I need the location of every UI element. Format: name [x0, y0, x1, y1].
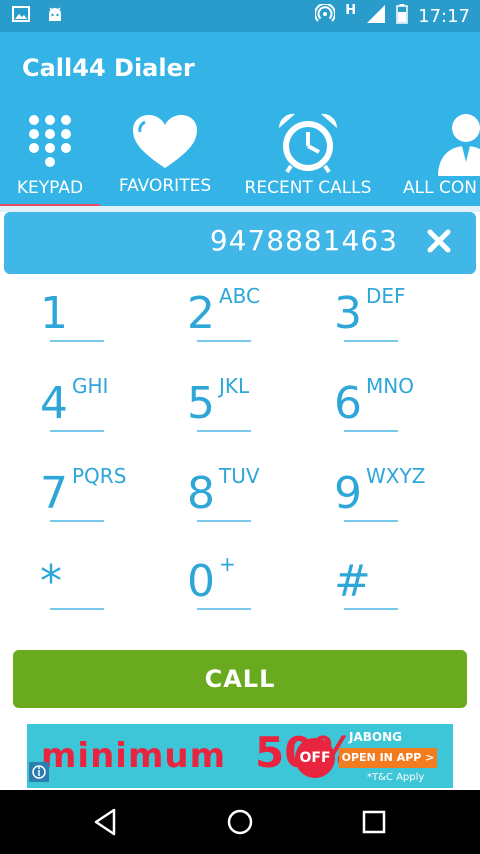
- key-7[interactable]: 7 PQRS: [40, 456, 180, 544]
- key-letters: MNO: [366, 374, 414, 398]
- key-underline: [50, 608, 104, 610]
- key-letters: PQRS: [72, 464, 127, 488]
- key-letters: JKL: [219, 374, 250, 398]
- number-display: 9478881463: [4, 212, 476, 274]
- key-8[interactable]: 8 TUV: [187, 456, 327, 544]
- ad-headline: minimum: [41, 736, 227, 776]
- key-digit: 8: [187, 468, 215, 519]
- key-underline: [344, 430, 398, 432]
- key-underline: [344, 340, 398, 342]
- ad-banner[interactable]: minimum 50% OFF JABONG OPEN IN APP > *T&…: [27, 724, 453, 788]
- clear-icon[interactable]: [426, 228, 452, 254]
- key-underline: [50, 430, 104, 432]
- tab-bar: KEYPAD FAVORITES RECENT CALLS ALL CON: [0, 108, 480, 207]
- key-underline: [50, 340, 104, 342]
- recents-icon[interactable]: [358, 806, 390, 838]
- key-letters: +: [219, 552, 236, 576]
- back-icon[interactable]: [90, 806, 122, 838]
- contact-person-icon: [436, 110, 480, 180]
- key-3[interactable]: 3 DEF: [334, 276, 474, 364]
- key-digit: 7: [40, 468, 68, 519]
- key-digit: 1: [40, 288, 68, 339]
- key-digit: 6: [334, 378, 362, 429]
- heart-icon: [131, 114, 199, 174]
- ad-terms: *T&C Apply: [367, 772, 425, 783]
- key-2[interactable]: 2 ABC: [187, 276, 327, 364]
- key-digit: 2: [187, 288, 215, 339]
- tab-keypad-label: KEYPAD: [16, 178, 84, 198]
- key-5[interactable]: 5 JKL: [187, 366, 327, 454]
- key-digit: 9: [334, 468, 362, 519]
- key-4[interactable]: 4 GHI: [40, 366, 180, 454]
- network-type: H: [345, 3, 357, 18]
- key-letters: WXYZ: [366, 464, 426, 488]
- dial-number: 9478881463: [209, 224, 398, 257]
- tab-keypad[interactable]: KEYPAD: [0, 108, 100, 207]
- key-underline: [197, 520, 251, 522]
- tab-all-contacts[interactable]: ALL CON: [398, 108, 480, 206]
- gallery-notification-icon: [12, 6, 30, 26]
- ad-brand: JABONG: [349, 730, 402, 744]
- key-letters: GHI: [72, 374, 109, 398]
- tab-all-contacts-label: ALL CON: [403, 178, 477, 198]
- keypad-icon: [26, 114, 74, 172]
- tab-recent-calls-label: RECENT CALLS: [244, 178, 372, 198]
- key-underline: [197, 430, 251, 432]
- battery-icon: [396, 4, 408, 29]
- key-underline: [197, 340, 251, 342]
- keypad: 1 2 ABC 3 DEF 4 GHI 5 JKL 6 MNO 7 PQRS 8…: [0, 276, 480, 636]
- tab-favorites-label: FAVORITES: [118, 176, 212, 196]
- key-underline: [344, 520, 398, 522]
- key-underline: [197, 608, 251, 610]
- key-digit: #: [334, 556, 371, 607]
- ad-open-in-app-button[interactable]: OPEN IN APP >: [339, 748, 437, 768]
- key-hash[interactable]: #: [334, 544, 474, 632]
- key-digit: 5: [187, 378, 215, 429]
- home-icon[interactable]: [224, 806, 256, 838]
- ad-info-icon[interactable]: [29, 762, 49, 786]
- key-digit: 3: [334, 288, 362, 339]
- signal-icon: [366, 4, 386, 29]
- key-1[interactable]: 1: [40, 276, 180, 364]
- key-letters: DEF: [366, 284, 406, 308]
- alarm-clock-icon: [275, 110, 341, 180]
- key-9[interactable]: 9 WXYZ: [334, 456, 474, 544]
- key-underline: [50, 520, 104, 522]
- key-0[interactable]: 0 +: [187, 544, 327, 632]
- key-digit: 4: [40, 378, 68, 429]
- app-bar: Call44 Dialer: [0, 32, 480, 108]
- key-6[interactable]: 6 MNO: [334, 366, 474, 454]
- hotspot-icon: [314, 2, 337, 29]
- status-bar: H 17:17: [0, 0, 480, 32]
- tab-favorites[interactable]: FAVORITES: [112, 108, 218, 206]
- app-title: Call44 Dialer: [22, 54, 195, 82]
- call-button[interactable]: CALL: [13, 650, 467, 708]
- navigation-bar: [0, 790, 480, 854]
- key-star[interactable]: *: [40, 544, 180, 632]
- android-notification-icon: [46, 6, 64, 26]
- ad-off-badge: OFF: [295, 738, 335, 778]
- tab-recent-calls[interactable]: RECENT CALLS: [240, 108, 376, 206]
- key-letters: TUV: [219, 464, 260, 488]
- key-digit: *: [40, 556, 62, 607]
- key-letters: ABC: [219, 284, 261, 308]
- key-digit: 0: [187, 556, 215, 607]
- clock: 17:17: [418, 6, 470, 27]
- key-underline: [344, 608, 398, 610]
